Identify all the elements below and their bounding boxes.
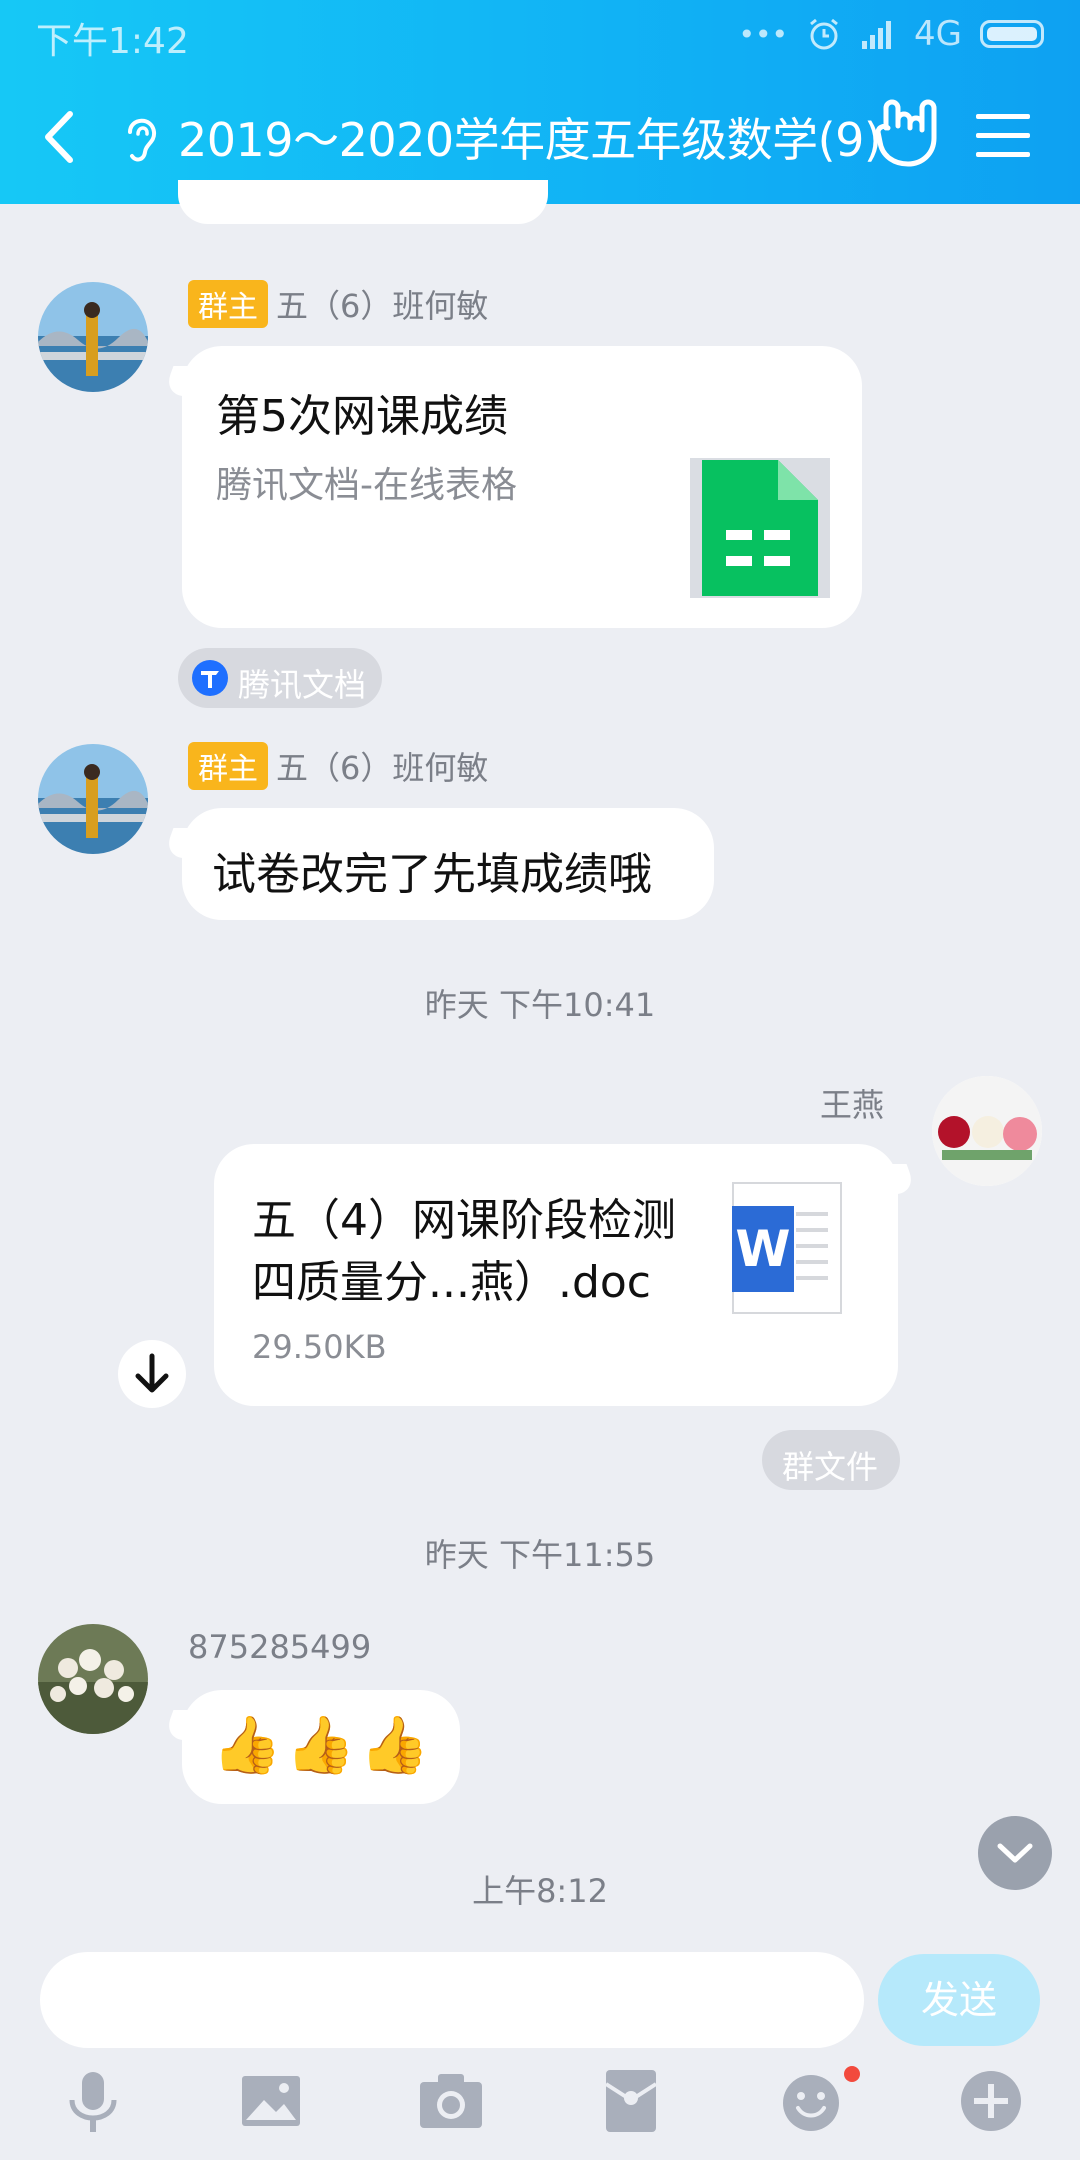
sender-name: 875285499 bbox=[188, 1628, 372, 1666]
avatar[interactable] bbox=[38, 282, 148, 392]
previous-message-bubble[interactable] bbox=[178, 180, 548, 224]
image-icon[interactable] bbox=[236, 2066, 306, 2136]
group-file-tag[interactable]: 群文件 bbox=[762, 1430, 900, 1490]
avatar-image bbox=[38, 282, 148, 392]
avatar[interactable] bbox=[38, 744, 148, 854]
alarm-icon bbox=[810, 18, 838, 50]
rock-hand-icon[interactable] bbox=[872, 98, 942, 170]
emoji-message-bubble[interactable]: 👍👍👍 bbox=[182, 1690, 460, 1804]
back-button[interactable] bbox=[30, 102, 90, 172]
sender-name: 五（6）班何敏 bbox=[276, 287, 489, 325]
signal-icon bbox=[862, 21, 892, 49]
doc-share-card[interactable]: 第5次网课成绩 腾讯文档-在线表格 bbox=[182, 346, 862, 628]
avatar-image bbox=[38, 744, 148, 854]
app-header: 下午1:42 ••• 4G 2019～2020学年度五年级数学(9) bbox=[0, 0, 1080, 204]
sender-name: 五（6）班何敏 bbox=[276, 749, 489, 787]
avatar-image bbox=[932, 1076, 1042, 1186]
tencent-docs-label: 腾讯文档 bbox=[238, 666, 367, 704]
microphone-icon[interactable] bbox=[58, 2066, 128, 2136]
owner-badge: 群主 bbox=[188, 280, 268, 328]
notification-dot bbox=[844, 2066, 860, 2082]
tencent-docs-icon bbox=[192, 660, 228, 696]
download-arrow-icon bbox=[135, 1353, 169, 1393]
group-file-label: 群文件 bbox=[782, 1448, 879, 1486]
doc-subtitle: 腾讯文档-在线表格 bbox=[216, 465, 517, 506]
file-name-line2: 四质量分...燕）.doc bbox=[252, 1257, 651, 1308]
file-message-card[interactable]: 五（4）网课阶段检测 四质量分...燕）.doc 29.50KB W bbox=[214, 1144, 898, 1406]
file-name-line1: 五（4）网课阶段检测 bbox=[252, 1195, 676, 1246]
plus-icon[interactable] bbox=[956, 2066, 1026, 2136]
more-dots-icon: ••• bbox=[738, 17, 789, 51]
text-message-bubble[interactable]: 试卷改完了先填成绩哦 bbox=[182, 808, 714, 920]
download-button[interactable] bbox=[118, 1340, 186, 1408]
sender-line: 群主 五（6）班何敏 bbox=[188, 742, 488, 790]
red-packet-icon[interactable] bbox=[596, 2066, 666, 2136]
emoji-icon[interactable] bbox=[776, 2066, 846, 2136]
sender-name: 王燕 bbox=[820, 1086, 885, 1124]
thumbs-up-emojis: 👍👍👍 bbox=[212, 1713, 434, 1778]
word-doc-icon: W bbox=[732, 1182, 842, 1314]
timestamp: 昨天 下午11:55 bbox=[424, 1536, 656, 1574]
avatar[interactable] bbox=[38, 1624, 148, 1734]
send-button[interactable]: 发送 bbox=[878, 1954, 1040, 2046]
message-input[interactable] bbox=[40, 1952, 864, 2048]
menu-icon[interactable] bbox=[974, 106, 1032, 166]
word-letter: W bbox=[732, 1206, 794, 1292]
timestamp: 上午8:12 bbox=[472, 1872, 608, 1910]
avatar-image bbox=[38, 1624, 148, 1734]
status-time: 下午1:42 bbox=[36, 21, 189, 62]
message-text: 试卷改完了先填成绩哦 bbox=[212, 849, 652, 900]
owner-badge: 群主 bbox=[188, 742, 268, 790]
tencent-docs-tag[interactable]: 腾讯文档 bbox=[178, 648, 382, 708]
doc-title: 第5次网课成绩 bbox=[216, 391, 508, 442]
file-size: 29.50KB bbox=[252, 1328, 387, 1366]
network-type: 4G bbox=[914, 14, 962, 54]
spreadsheet-icon bbox=[690, 458, 830, 598]
sender-line: 群主 五（6）班何敏 bbox=[188, 280, 488, 328]
status-bar: 下午1:42 ••• 4G bbox=[0, 0, 1080, 70]
battery-icon bbox=[980, 20, 1044, 48]
timestamp: 昨天 下午10:41 bbox=[424, 986, 656, 1024]
camera-icon[interactable] bbox=[416, 2066, 486, 2136]
ear-icon[interactable] bbox=[118, 110, 164, 166]
chat-title: 2019～2020学年度五年级数学(9) bbox=[178, 113, 882, 167]
status-icons: ••• 4G bbox=[738, 12, 1044, 56]
avatar[interactable] bbox=[932, 1076, 1042, 1186]
